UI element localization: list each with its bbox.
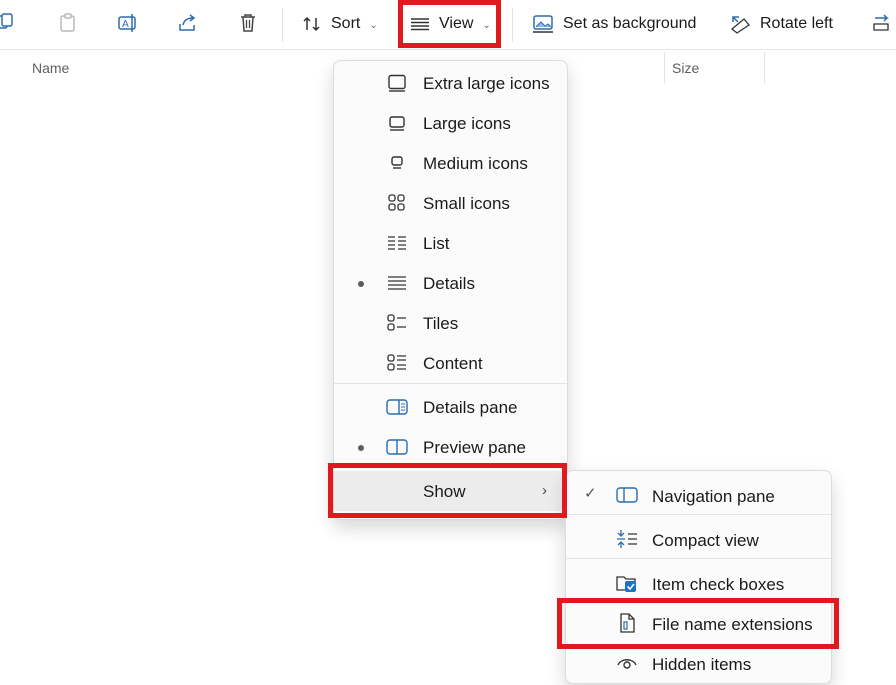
submenu-item-navigation-pane[interactable]: ✓ Navigation pane — [566, 474, 831, 514]
sort-button[interactable]: Sort ⌄ — [302, 8, 378, 40]
item-check-boxes-icon — [616, 572, 638, 594]
column-header-size[interactable]: Size — [672, 60, 699, 76]
menu-item-show[interactable]: Show › — [334, 471, 567, 511]
content-icon — [386, 353, 408, 373]
submenu-item-compact-view[interactable]: Compact view — [566, 518, 831, 558]
toolbar-separator — [282, 8, 283, 42]
hidden-items-icon — [616, 652, 638, 674]
details-pane-icon — [386, 397, 408, 417]
menu-item-label: Extra large icons — [423, 74, 550, 93]
svg-text:A: A — [122, 19, 129, 30]
submenu-item-label: File name extensions — [652, 615, 813, 634]
menu-item-medium-icons[interactable]: Medium icons — [334, 143, 567, 183]
submenu-item-label: Hidden items — [652, 655, 752, 674]
extra-large-icons-icon — [386, 73, 408, 93]
file-name-extensions-icon — [616, 612, 638, 634]
column-divider[interactable] — [764, 52, 765, 84]
paste-icon[interactable] — [56, 11, 80, 35]
menu-item-preview-pane[interactable]: Preview pane — [334, 427, 567, 467]
share-icon[interactable] — [176, 11, 200, 35]
chevron-down-icon: ⌄ — [369, 19, 378, 31]
set-background-icon — [533, 15, 553, 33]
menu-item-content[interactable]: Content — [334, 343, 567, 383]
menu-item-label: Show — [423, 482, 466, 501]
list-icon — [386, 233, 408, 253]
menu-item-label: Medium icons — [423, 154, 528, 173]
command-bar: A Sort ⌄ View ⌄ Set as background Rotate… — [0, 0, 896, 50]
rotate-left-label: Rotate left — [760, 15, 833, 32]
small-icons-icon — [386, 193, 408, 213]
submenu-item-hidden-items[interactable]: Hidden items — [566, 642, 831, 682]
menu-item-label: Tiles — [423, 314, 459, 333]
menu-item-tiles[interactable]: Tiles — [334, 303, 567, 343]
copy-icon[interactable] — [0, 11, 18, 35]
sort-icon — [303, 16, 320, 32]
submenu-item-file-name-extensions[interactable]: File name extensions — [566, 602, 831, 642]
sort-label: Sort — [331, 15, 361, 32]
menu-separator — [566, 514, 831, 515]
column-divider[interactable] — [664, 52, 665, 84]
show-submenu: ✓ Navigation pane Compact view Item chec… — [565, 470, 832, 684]
menu-item-list[interactable]: List — [334, 223, 567, 263]
column-header-name[interactable]: Name — [32, 60, 69, 76]
menu-item-extra-large-icons[interactable]: Extra large icons — [334, 63, 567, 103]
view-menu: Extra large icons Large icons Medium ico… — [333, 60, 568, 520]
tiles-icon — [386, 313, 408, 333]
toolbar-separator — [512, 8, 513, 42]
menu-item-label: Details pane — [423, 398, 518, 417]
menu-item-label: Preview pane — [423, 438, 527, 457]
menu-item-label: Large icons — [423, 114, 511, 133]
menu-separator — [566, 558, 831, 559]
selected-bullet-icon — [358, 445, 364, 451]
submenu-item-label: Navigation pane — [652, 487, 775, 506]
large-icons-icon — [386, 113, 408, 133]
view-details-icon — [411, 18, 429, 31]
rename-icon[interactable]: A — [116, 11, 140, 35]
submenu-item-item-check-boxes[interactable]: Item check boxes — [566, 562, 831, 602]
chevron-down-icon: ⌄ — [482, 19, 491, 31]
menu-item-details-pane[interactable]: Details pane — [334, 387, 567, 427]
chevron-right-icon: › — [542, 482, 547, 499]
set-as-background-button[interactable]: Set as background — [532, 8, 696, 40]
rotate-left-button[interactable]: Rotate left — [729, 8, 833, 40]
submenu-item-label: Compact view — [652, 531, 759, 550]
menu-item-large-icons[interactable]: Large icons — [334, 103, 567, 143]
menu-item-label: Content — [423, 354, 483, 373]
view-label: View — [439, 15, 474, 32]
details-icon — [386, 273, 408, 293]
selected-bullet-icon — [358, 281, 364, 287]
menu-item-label: List — [423, 234, 450, 253]
rotate-left-icon — [730, 16, 750, 34]
view-button[interactable]: View ⌄ — [410, 8, 491, 40]
medium-icons-icon — [386, 153, 408, 173]
compact-view-icon — [616, 528, 638, 550]
preview-pane-icon — [386, 437, 408, 457]
menu-item-label: Small icons — [423, 194, 510, 213]
rotate-right-icon[interactable] — [870, 11, 894, 35]
menu-separator — [334, 467, 567, 468]
checkmark-icon: ✓ — [584, 485, 597, 502]
menu-item-label: Details — [423, 274, 475, 293]
delete-icon[interactable] — [236, 11, 260, 35]
menu-item-small-icons[interactable]: Small icons — [334, 183, 567, 223]
submenu-item-label: Item check boxes — [652, 575, 785, 594]
menu-item-details[interactable]: Details — [334, 263, 567, 303]
set-as-background-label: Set as background — [563, 15, 697, 32]
menu-separator — [334, 383, 567, 384]
navigation-pane-icon — [616, 484, 638, 506]
